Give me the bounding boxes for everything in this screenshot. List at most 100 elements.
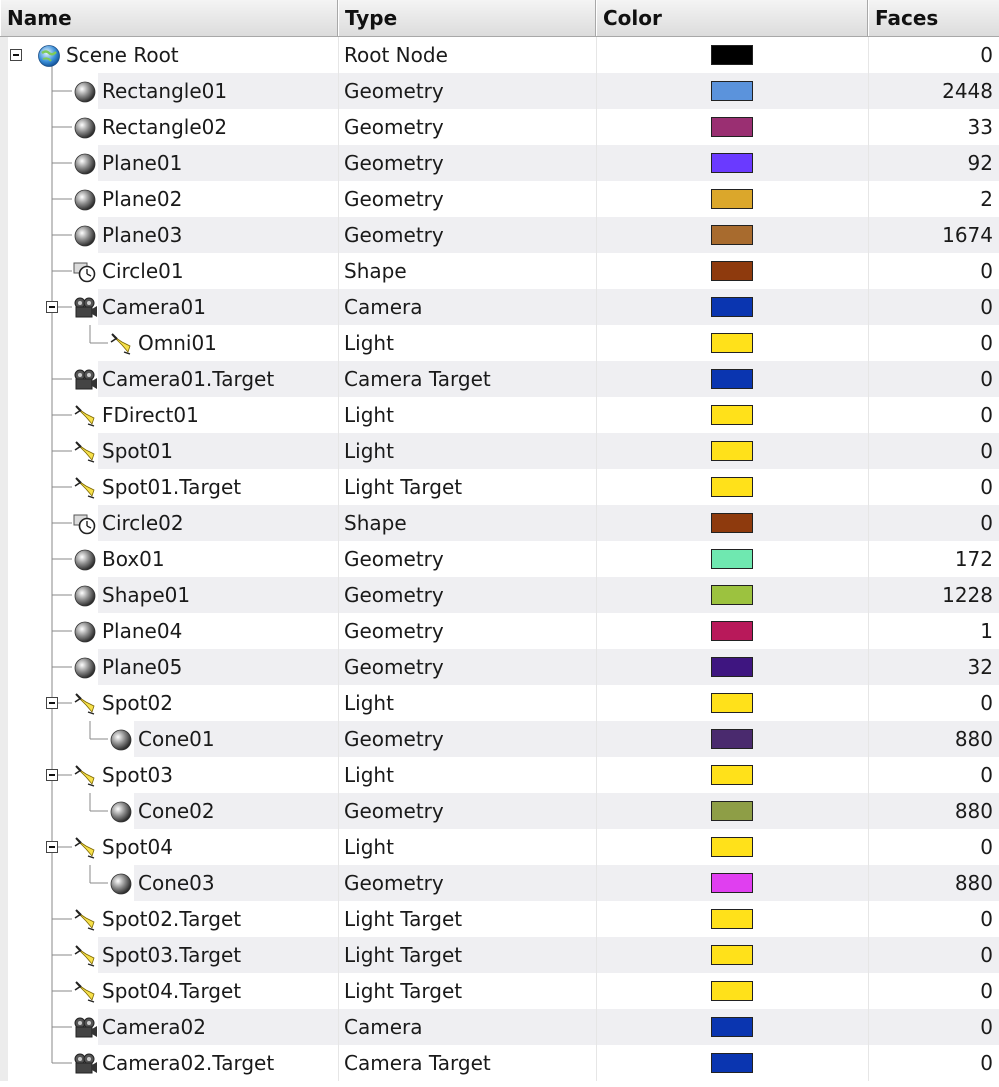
- color-swatch[interactable]: [711, 81, 753, 101]
- node-name[interactable]: Plane02: [102, 181, 182, 217]
- type-cell[interactable]: Light: [338, 433, 596, 469]
- node-name[interactable]: Camera02: [102, 1009, 206, 1045]
- type-cell[interactable]: Camera Target: [338, 1045, 596, 1081]
- color-swatch[interactable]: [711, 981, 753, 1001]
- color-cell[interactable]: [596, 433, 868, 469]
- node-name[interactable]: Rectangle02: [102, 109, 227, 145]
- name-cell[interactable]: Cone02: [0, 793, 338, 829]
- color-cell[interactable]: [596, 541, 868, 577]
- color-swatch[interactable]: [711, 45, 753, 65]
- collapse-toggle[interactable]: [10, 49, 22, 61]
- table-row[interactable]: Spot04.Target Light Target 0: [0, 973, 999, 1009]
- color-swatch[interactable]: [711, 117, 753, 137]
- color-swatch[interactable]: [711, 693, 753, 713]
- color-swatch[interactable]: [711, 513, 753, 533]
- node-name[interactable]: Spot03: [102, 757, 173, 793]
- color-swatch[interactable]: [711, 549, 753, 569]
- color-swatch[interactable]: [711, 333, 753, 353]
- color-swatch[interactable]: [711, 405, 753, 425]
- color-cell[interactable]: [596, 181, 868, 217]
- color-cell[interactable]: [596, 901, 868, 937]
- color-swatch[interactable]: [711, 153, 753, 173]
- table-row[interactable]: Camera01.Target Camera Target 0: [0, 361, 999, 397]
- name-cell[interactable]: Rectangle01: [0, 73, 338, 109]
- type-cell[interactable]: Geometry: [338, 649, 596, 685]
- color-swatch[interactable]: [711, 189, 753, 209]
- color-swatch[interactable]: [711, 729, 753, 749]
- name-cell[interactable]: Spot01: [0, 433, 338, 469]
- color-cell[interactable]: [596, 73, 868, 109]
- name-cell[interactable]: Camera02: [0, 1009, 338, 1045]
- color-swatch[interactable]: [711, 369, 753, 389]
- node-name[interactable]: Box01: [102, 541, 165, 577]
- node-name[interactable]: Cone02: [138, 793, 215, 829]
- color-cell[interactable]: [596, 325, 868, 361]
- color-swatch[interactable]: [711, 261, 753, 281]
- type-cell[interactable]: Geometry: [338, 541, 596, 577]
- color-swatch[interactable]: [711, 801, 753, 821]
- name-cell[interactable]: Scene Root: [0, 37, 338, 73]
- table-row[interactable]: Camera02 Camera 0: [0, 1009, 999, 1045]
- node-name[interactable]: Shape01: [102, 577, 190, 613]
- color-cell[interactable]: [596, 973, 868, 1009]
- name-cell[interactable]: Camera01: [0, 289, 338, 325]
- table-row[interactable]: Plane01 Geometry 92: [0, 145, 999, 181]
- node-name[interactable]: Cone01: [138, 721, 215, 757]
- color-cell[interactable]: [596, 721, 868, 757]
- table-row[interactable]: Camera02.Target Camera Target 0: [0, 1045, 999, 1081]
- node-name[interactable]: Camera02.Target: [102, 1045, 274, 1081]
- name-cell[interactable]: Plane03: [0, 217, 338, 253]
- name-cell[interactable]: Spot02.Target: [0, 901, 338, 937]
- color-swatch[interactable]: [711, 585, 753, 605]
- name-cell[interactable]: Circle02: [0, 505, 338, 541]
- name-cell[interactable]: Spot03.Target: [0, 937, 338, 973]
- color-cell[interactable]: [596, 145, 868, 181]
- table-row[interactable]: Scene Root Root Node 0: [0, 37, 999, 73]
- name-cell[interactable]: Camera02.Target: [0, 1045, 338, 1081]
- table-row[interactable]: Box01 Geometry 172: [0, 541, 999, 577]
- table-row[interactable]: FDirect01 Light 0: [0, 397, 999, 433]
- color-swatch[interactable]: [711, 1017, 753, 1037]
- name-cell[interactable]: Spot03: [0, 757, 338, 793]
- table-row[interactable]: Cone03 Geometry 880: [0, 865, 999, 901]
- color-swatch[interactable]: [711, 945, 753, 965]
- table-row[interactable]: Spot03.Target Light Target 0: [0, 937, 999, 973]
- color-cell[interactable]: [596, 505, 868, 541]
- header-color[interactable]: Color: [596, 0, 868, 36]
- type-cell[interactable]: Geometry: [338, 793, 596, 829]
- table-row[interactable]: Rectangle02 Geometry 33: [0, 109, 999, 145]
- node-name[interactable]: Omni01: [138, 325, 217, 361]
- name-cell[interactable]: Shape01: [0, 577, 338, 613]
- type-cell[interactable]: Light Target: [338, 973, 596, 1009]
- type-cell[interactable]: Geometry: [338, 613, 596, 649]
- color-cell[interactable]: [596, 793, 868, 829]
- type-cell[interactable]: Light: [338, 829, 596, 865]
- collapse-toggle[interactable]: [46, 769, 58, 781]
- name-cell[interactable]: FDirect01: [0, 397, 338, 433]
- type-cell[interactable]: Shape: [338, 505, 596, 541]
- type-cell[interactable]: Light: [338, 397, 596, 433]
- color-cell[interactable]: [596, 397, 868, 433]
- color-swatch[interactable]: [711, 621, 753, 641]
- node-name[interactable]: Camera01: [102, 289, 206, 325]
- color-cell[interactable]: [596, 649, 868, 685]
- table-row[interactable]: Plane03 Geometry 1674: [0, 217, 999, 253]
- name-cell[interactable]: Rectangle02: [0, 109, 338, 145]
- type-cell[interactable]: Geometry: [338, 721, 596, 757]
- node-name[interactable]: Spot01: [102, 433, 173, 469]
- color-cell[interactable]: [596, 1045, 868, 1081]
- color-swatch[interactable]: [711, 657, 753, 677]
- name-cell[interactable]: Cone03: [0, 865, 338, 901]
- name-cell[interactable]: Spot04: [0, 829, 338, 865]
- color-cell[interactable]: [596, 865, 868, 901]
- table-row[interactable]: Spot03 Light 0: [0, 757, 999, 793]
- type-cell[interactable]: Camera Target: [338, 361, 596, 397]
- table-row[interactable]: Plane04 Geometry 1: [0, 613, 999, 649]
- type-cell[interactable]: Geometry: [338, 73, 596, 109]
- color-cell[interactable]: [596, 253, 868, 289]
- name-cell[interactable]: Spot04.Target: [0, 973, 338, 1009]
- color-cell[interactable]: [596, 469, 868, 505]
- color-cell[interactable]: [596, 829, 868, 865]
- table-row[interactable]: Circle01 Shape 0: [0, 253, 999, 289]
- table-row[interactable]: Spot02 Light 0: [0, 685, 999, 721]
